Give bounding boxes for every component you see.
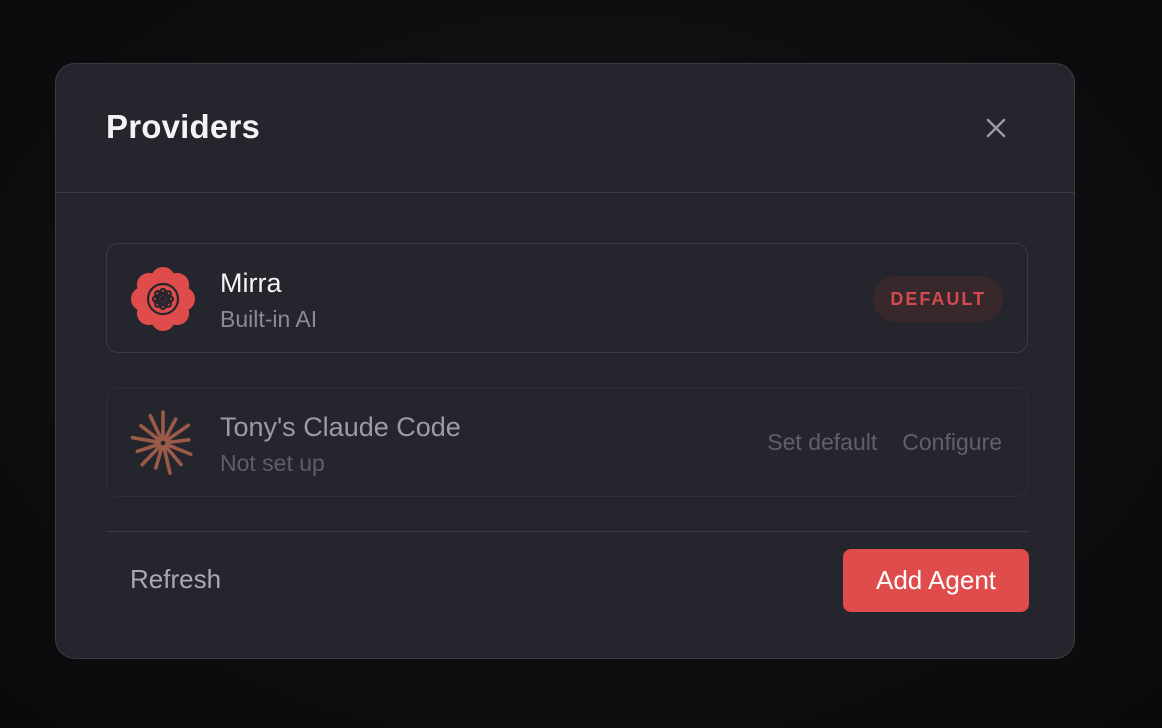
provider-name: Tony's Claude Code: [220, 412, 461, 442]
provider-subtitle: Built-in AI: [220, 306, 318, 332]
add-agent-button[interactable]: Add Agent: [843, 549, 1029, 612]
footer-divider: [106, 531, 1028, 532]
provider-card-claude-code[interactable]: Tony's Claude Code Not set up Set defaul…: [106, 387, 1028, 497]
claude-starburst-icon: [130, 410, 193, 476]
providers-modal: Providers Mirra Built-in AI DEFAULT Tony…: [55, 63, 1075, 659]
refresh-button[interactable]: Refresh: [130, 564, 221, 595]
set-default-button[interactable]: Set default: [767, 429, 877, 456]
close-icon: [986, 118, 1006, 138]
close-button[interactable]: [980, 112, 1012, 144]
configure-button[interactable]: Configure: [902, 429, 1002, 456]
modal-title: Providers: [106, 108, 261, 145]
provider-actions: Set default Configure: [767, 429, 1002, 456]
modal-header: Providers: [56, 64, 1074, 193]
provider-subtitle: Not set up: [220, 450, 325, 476]
provider-card-mirra[interactable]: Mirra Built-in AI DEFAULT: [106, 243, 1028, 353]
default-badge: DEFAULT: [873, 276, 1003, 322]
provider-name: Mirra: [220, 268, 282, 298]
mirra-flower-icon: [131, 267, 195, 331]
